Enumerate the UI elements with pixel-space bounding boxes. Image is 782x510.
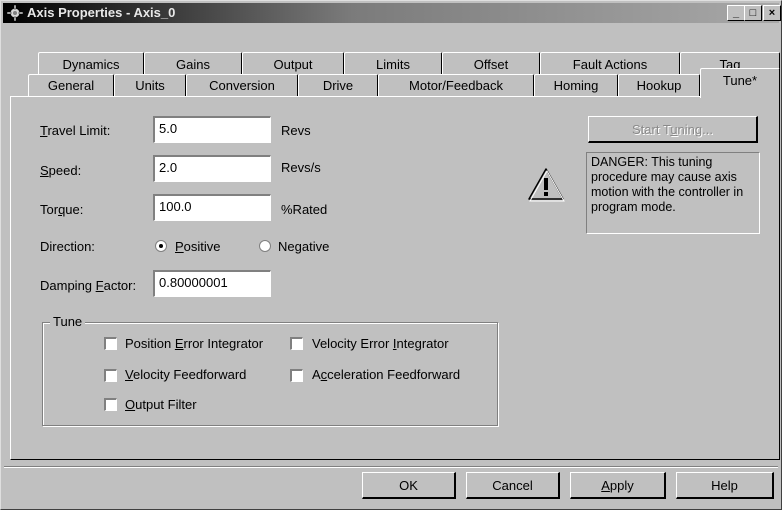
torque-unit: %Rated [281, 202, 328, 217]
close-button[interactable]: × [763, 5, 781, 21]
direction-negative-label[interactable]: Negative [278, 239, 329, 254]
travel-limit-unit: Revs [281, 123, 311, 138]
tab-units[interactable]: Units [114, 74, 186, 96]
speed-unit: Revs/s [281, 160, 321, 175]
window-title: Axis Properties - Axis_0 [27, 5, 176, 20]
tune-group-title: Tune [50, 314, 86, 329]
help-button[interactable]: Help [676, 472, 774, 499]
warning-icon [528, 168, 565, 202]
tab-offset[interactable]: Offset [442, 52, 540, 74]
apply-button[interactable]: Apply [570, 472, 666, 499]
speed-field[interactable]: 2.0 [153, 155, 271, 182]
velocity-error-integrator-label[interactable]: Velocity Error Integrator [312, 336, 449, 351]
output-filter-checkbox[interactable] [104, 398, 117, 411]
tab-dynamics[interactable]: Dynamics [38, 52, 144, 74]
acceleration-feedforward-label[interactable]: Acceleration Feedforward [312, 367, 460, 382]
travel-limit-label: Travel Limit: [40, 123, 111, 138]
position-error-integrator-checkbox[interactable] [104, 337, 117, 350]
direction-negative-radio[interactable] [259, 240, 271, 252]
cancel-button[interactable]: Cancel [466, 472, 560, 499]
velocity-feedforward-checkbox[interactable] [104, 369, 117, 382]
output-filter-label[interactable]: Output Filter [125, 397, 197, 412]
tab-conversion[interactable]: Conversion [186, 74, 298, 96]
direction-positive-label[interactable]: Positive [175, 239, 221, 254]
tab-drive[interactable]: Drive [298, 74, 378, 96]
tab-output[interactable]: Output [242, 52, 344, 74]
minimize-button[interactable]: _ [727, 5, 745, 21]
tab-homing[interactable]: Homing [534, 74, 618, 96]
tab-hookup[interactable]: Hookup [618, 74, 700, 96]
bottom-separator [4, 466, 778, 468]
tab-tune[interactable]: Tune* [700, 68, 780, 98]
danger-message: DANGER: This tuning procedure may cause … [586, 152, 760, 234]
velocity-feedforward-label[interactable]: Velocity Feedforward [125, 367, 246, 382]
title-bar[interactable]: Axis Properties - Axis_0 _ □ × [3, 3, 781, 23]
acceleration-feedforward-checkbox[interactable] [290, 369, 303, 382]
speed-label: Speed: [40, 163, 82, 178]
torque-label: Torque: [40, 202, 84, 217]
tab-motor-feedback[interactable]: Motor/Feedback [378, 74, 534, 96]
tab-limits[interactable]: Limits [344, 52, 442, 74]
maximize-button[interactable]: □ [744, 5, 762, 21]
tab-gains[interactable]: Gains [144, 52, 242, 74]
travel-limit-field[interactable]: 5.0 [153, 116, 271, 143]
tab-fault-actions[interactable]: Fault Actions [540, 52, 680, 74]
position-error-integrator-label[interactable]: Position Error Integrator [125, 336, 263, 351]
ok-button[interactable]: OK [362, 472, 456, 499]
torque-field[interactable]: 100.0 [153, 194, 271, 221]
direction-label: Direction: [40, 239, 95, 254]
damping-factor-field[interactable]: 0.80000001 [153, 270, 271, 297]
tab-general[interactable]: General [28, 74, 114, 96]
velocity-error-integrator-checkbox[interactable] [290, 337, 303, 350]
damping-factor-label: Damping Factor: [40, 278, 137, 293]
axis-gear-icon [7, 5, 23, 21]
direction-positive-radio[interactable] [155, 240, 167, 252]
start-tuning-button[interactable]: Start Tuning... [588, 116, 758, 143]
